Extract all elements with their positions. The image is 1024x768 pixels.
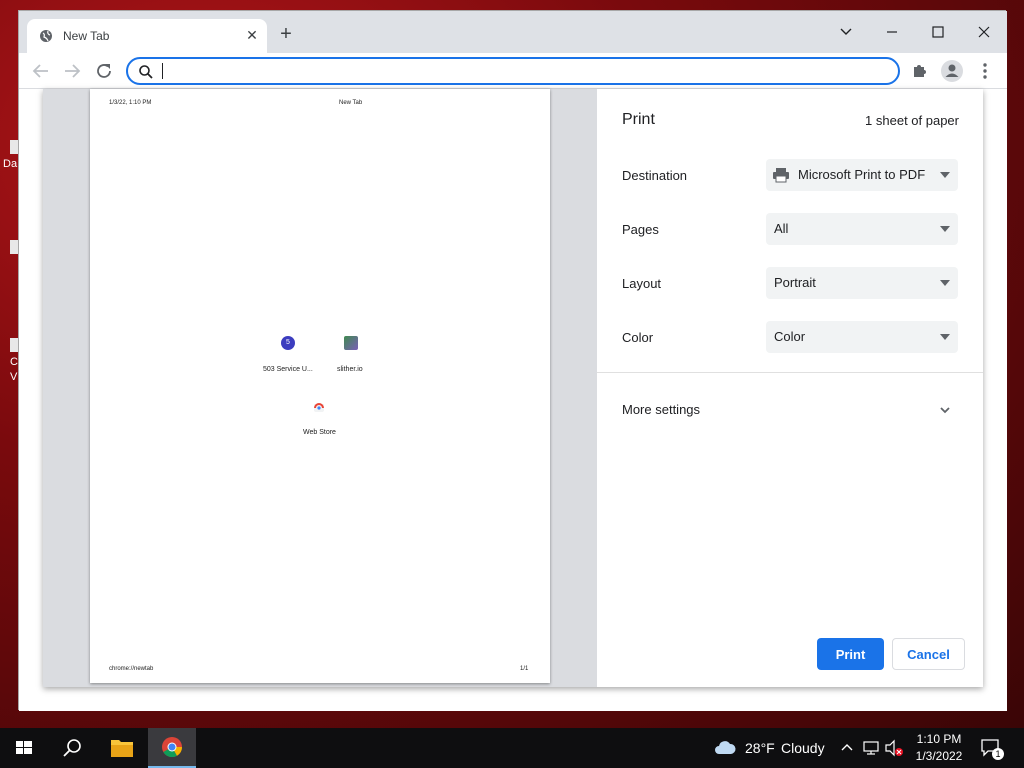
forward-icon[interactable] xyxy=(60,59,84,83)
minimize-icon[interactable] xyxy=(869,17,915,47)
pages-value: All xyxy=(774,221,789,236)
weather-temperature[interactable]: 28°F xyxy=(745,740,775,756)
search-icon[interactable] xyxy=(48,728,96,768)
volume-muted-icon[interactable] xyxy=(884,739,904,757)
pages-select[interactable]: All xyxy=(766,213,958,245)
print-title: Print xyxy=(622,111,655,128)
destination-select[interactable]: Microsoft Print to PDF xyxy=(766,159,958,191)
desktop-icon-label: Da xyxy=(3,158,18,170)
layout-label: Layout xyxy=(622,276,662,291)
address-bar[interactable] xyxy=(126,57,900,85)
notification-badge: 1 xyxy=(992,748,1004,760)
search-icon xyxy=(139,65,153,79)
windows-start-icon[interactable] xyxy=(0,728,48,768)
profile-avatar-icon[interactable] xyxy=(940,59,964,83)
windows-taskbar: 28°F Cloudy 1:10 PM 1/3/2022 1 xyxy=(0,728,1024,768)
extensions-icon[interactable] xyxy=(908,59,932,83)
layout-select[interactable]: Portrait xyxy=(766,267,958,299)
dropdown-arrow-icon xyxy=(940,280,950,286)
printer-icon xyxy=(773,168,789,183)
dropdown-arrow-icon xyxy=(940,172,950,178)
preview-footer-url: chrome://newtab xyxy=(109,666,154,672)
more-settings-toggle[interactable]: More settings xyxy=(622,402,700,417)
destination-label: Destination xyxy=(622,168,688,183)
taskbar-chrome-button[interactable] xyxy=(148,728,196,768)
color-value: Color xyxy=(774,329,806,344)
globe-icon xyxy=(40,30,52,42)
desktop-icon-label: C xyxy=(10,356,18,368)
shortcut-slither-label: slither.io xyxy=(337,366,363,373)
preview-header-date: 1/3/22, 1:10 PM xyxy=(109,100,152,106)
pages-label: Pages xyxy=(622,222,659,237)
desktop-icon[interactable] xyxy=(10,240,18,254)
print-preview-area: 1/3/22, 1:10 PM New Tab 5 503 Service U.… xyxy=(43,89,597,687)
chrome-window: New Tab ✕ + 1/3/22, 1:10 PM New Tab 5 50… xyxy=(18,10,1007,711)
settings-divider xyxy=(597,372,983,373)
action-center-button[interactable]: 1 xyxy=(980,737,1004,760)
chrome-icon xyxy=(162,737,183,758)
shortcut-503-icon: 5 xyxy=(281,336,295,350)
weather-description[interactable]: Cloudy xyxy=(781,740,825,756)
chevron-up-icon[interactable] xyxy=(840,741,854,753)
shortcut-slither-icon xyxy=(344,336,358,350)
shortcut-webstore-label: Web Store xyxy=(303,429,336,436)
sheet-count: 1 sheet of paper xyxy=(865,113,959,128)
desktop-icon[interactable] xyxy=(10,140,18,154)
desktop-icon-label: V xyxy=(10,371,18,383)
text-caret xyxy=(162,63,163,79)
chrome-web-store-icon xyxy=(314,403,324,412)
print-dialog: 1/3/22, 1:10 PM New Tab 5 503 Service U.… xyxy=(43,89,983,687)
preview-footer-page: 1/1 xyxy=(520,666,529,672)
color-label: Color xyxy=(622,330,654,345)
network-icon[interactable] xyxy=(862,740,880,756)
clock-date: 1/3/2022 xyxy=(915,749,963,763)
taskbar-clock[interactable]: 1:10 PM 1/3/2022 xyxy=(905,731,973,765)
new-tab-button[interactable]: + xyxy=(277,24,295,44)
layout-value: Portrait xyxy=(774,275,816,290)
back-icon[interactable] xyxy=(29,59,53,83)
color-select[interactable]: Color xyxy=(766,321,958,353)
clock-time: 1:10 PM xyxy=(916,732,962,746)
preview-header-title: New Tab xyxy=(339,100,363,106)
destination-value: Microsoft Print to PDF xyxy=(798,167,926,182)
print-button[interactable]: Print xyxy=(817,638,884,670)
tab-title: New Tab xyxy=(63,29,110,43)
tab-new-tab[interactable]: New Tab ✕ xyxy=(27,19,267,53)
tab-search-icon[interactable] xyxy=(823,17,869,47)
cloud-icon xyxy=(715,741,736,754)
tab-strip: New Tab ✕ + xyxy=(19,11,1007,53)
file-explorer-icon[interactable] xyxy=(98,728,146,768)
dropdown-arrow-icon xyxy=(940,334,950,340)
maximize-icon[interactable] xyxy=(915,17,961,47)
address-input[interactable] xyxy=(162,62,862,80)
page-content: 1/3/22, 1:10 PM New Tab 5 503 Service U.… xyxy=(19,89,1007,711)
browser-toolbar xyxy=(19,53,1007,89)
preview-page: 1/3/22, 1:10 PM New Tab 5 503 Service U.… xyxy=(90,89,550,683)
desktop-icon[interactable] xyxy=(10,338,18,352)
reload-icon[interactable] xyxy=(92,59,116,83)
close-window-icon[interactable] xyxy=(961,17,1007,47)
shortcut-503-label: 503 Service U... xyxy=(263,366,313,373)
more-menu-icon[interactable] xyxy=(973,59,997,83)
dropdown-arrow-icon xyxy=(940,226,950,232)
tab-close-icon[interactable]: ✕ xyxy=(245,28,259,42)
print-settings-panel: Print 1 sheet of paper Destination Micro… xyxy=(597,89,983,687)
chevron-down-icon[interactable] xyxy=(938,403,952,417)
cancel-button[interactable]: Cancel xyxy=(892,638,965,670)
